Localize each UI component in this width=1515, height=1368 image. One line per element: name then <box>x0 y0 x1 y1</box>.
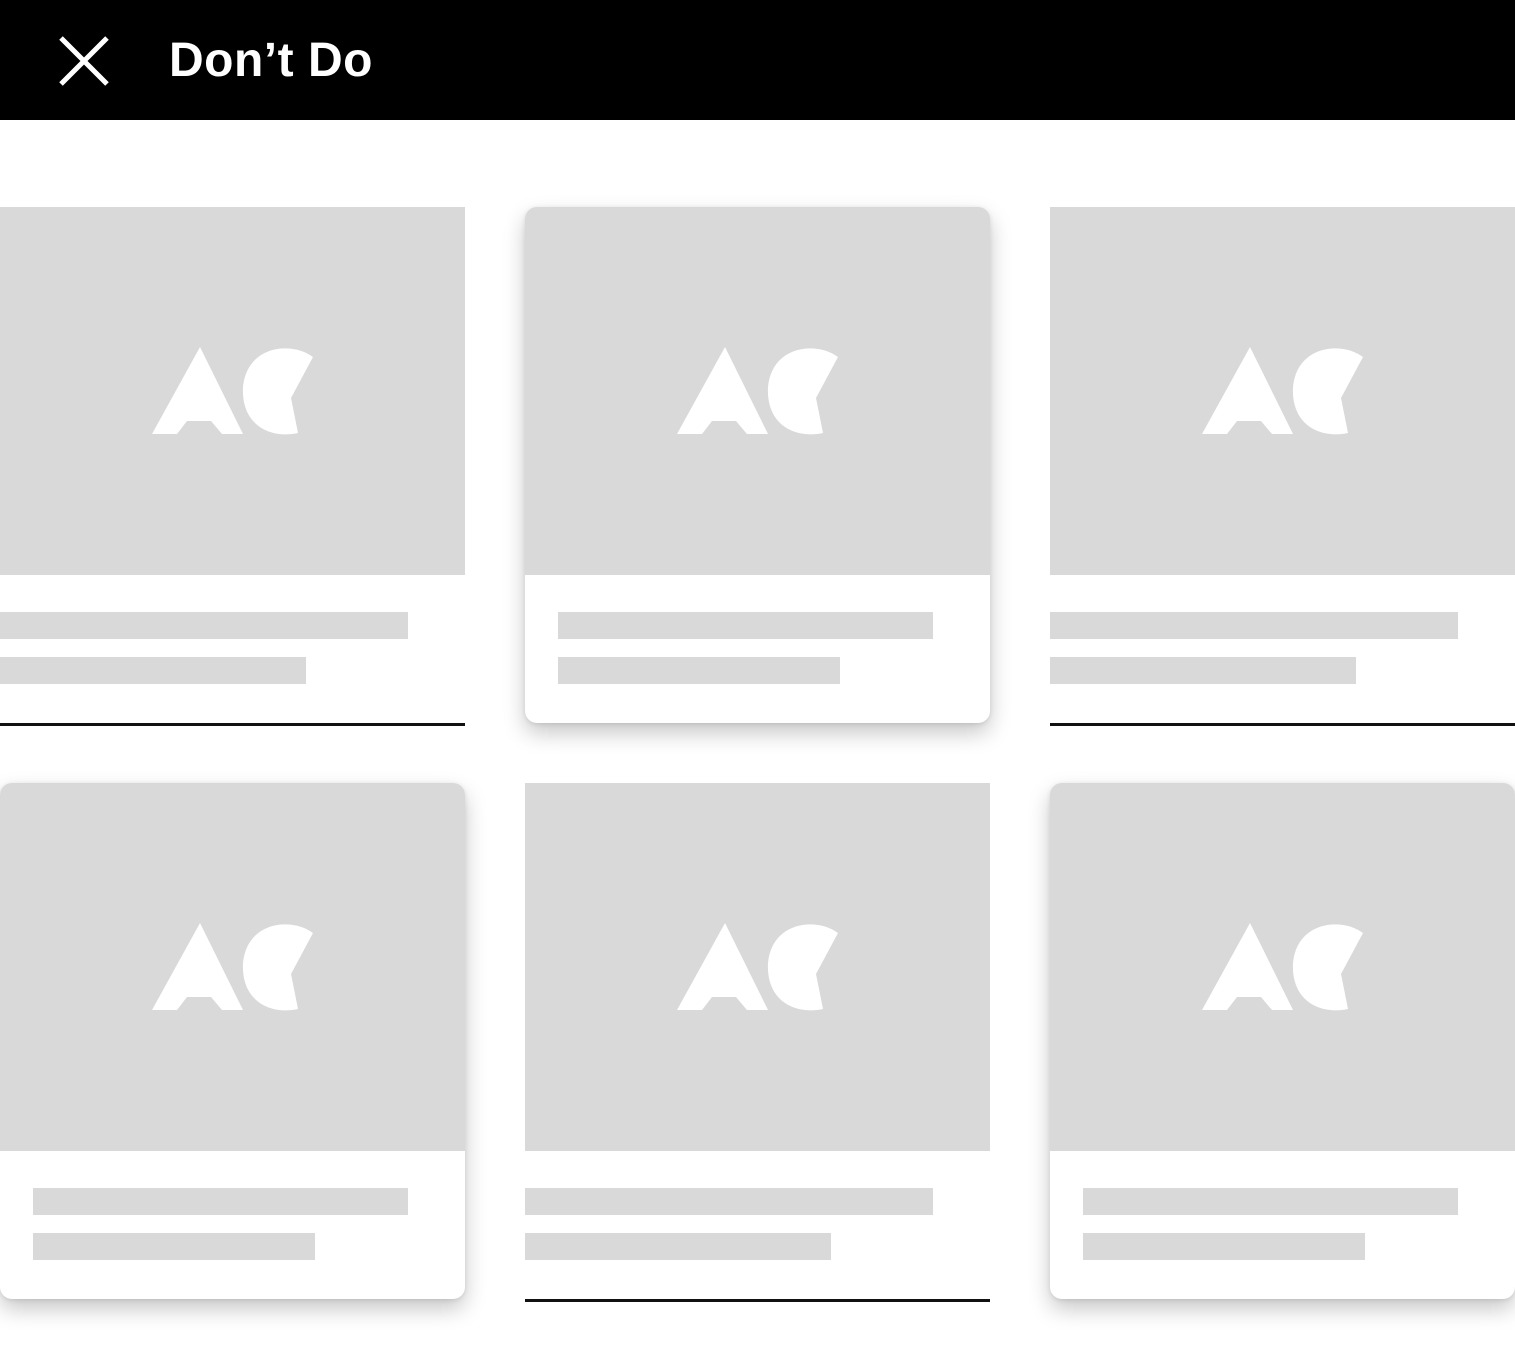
text-placeholder-line <box>1083 1188 1458 1215</box>
ac-logo-icon <box>677 923 838 1011</box>
text-placeholder-line <box>1083 1233 1365 1260</box>
card-5[interactable] <box>525 783 990 1302</box>
card-6[interactable] <box>1050 783 1515 1299</box>
header-bar: Don’t Do <box>0 0 1515 120</box>
ac-logo-icon <box>152 347 313 435</box>
text-placeholder-line <box>0 612 408 639</box>
card-image-placeholder <box>1050 783 1515 1151</box>
ac-logo-icon <box>1202 923 1363 1011</box>
text-placeholder-line <box>33 1233 315 1260</box>
ac-logo-icon <box>1202 347 1363 435</box>
card-image-placeholder <box>525 783 990 1151</box>
close-icon[interactable] <box>57 34 111 88</box>
text-placeholder-line <box>0 657 306 684</box>
text-placeholder-line <box>558 657 840 684</box>
ac-logo-icon <box>677 347 838 435</box>
text-placeholder-line <box>1050 612 1458 639</box>
card-image-placeholder <box>1050 207 1515 575</box>
text-placeholder-line <box>525 1188 933 1215</box>
text-placeholder-line <box>33 1188 408 1215</box>
card-4[interactable] <box>0 783 465 1299</box>
card-image-placeholder <box>0 207 465 575</box>
text-placeholder-line <box>525 1233 831 1260</box>
card-2[interactable] <box>525 207 990 723</box>
page-title: Don’t Do <box>169 34 373 87</box>
text-placeholder-line <box>1050 657 1356 684</box>
text-placeholder-line <box>558 612 933 639</box>
card-1[interactable] <box>0 207 465 726</box>
card-image-placeholder <box>525 207 990 575</box>
card-image-placeholder <box>0 783 465 1151</box>
ac-logo-icon <box>152 923 313 1011</box>
card-3[interactable] <box>1050 207 1515 726</box>
